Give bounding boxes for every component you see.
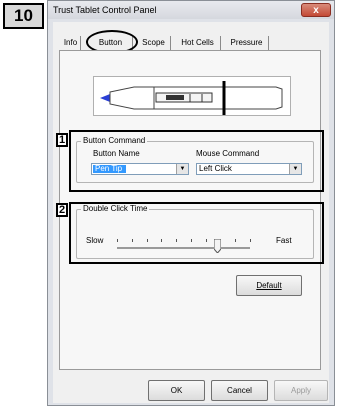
tab-pressure[interactable]: Pressure xyxy=(225,36,269,50)
tab-hot-cells[interactable]: Hot Cells xyxy=(175,36,221,50)
tab-info[interactable]: Info xyxy=(61,36,81,50)
slider-tick xyxy=(191,239,192,242)
tab-hot-cells-label: Hot Cells xyxy=(181,38,214,47)
pen-icon xyxy=(100,81,283,115)
double-click-slider-track[interactable] xyxy=(117,247,250,249)
tab-pressure-label: Pressure xyxy=(230,38,263,47)
slider-tick xyxy=(206,239,207,242)
close-button[interactable]: x xyxy=(301,3,331,17)
chevron-down-icon[interactable]: ▼ xyxy=(289,164,301,174)
button-command-group: Button Command xyxy=(76,136,314,183)
button-name-value: Pen Tip xyxy=(93,165,127,173)
callout-number-2: 2 xyxy=(56,203,68,217)
slider-tick xyxy=(235,239,236,242)
double-click-title: Double Click Time xyxy=(81,204,150,213)
button-name-select[interactable]: Pen Tip ▼ xyxy=(91,163,189,175)
button-command-title: Button Command xyxy=(81,136,148,145)
slow-label: Slow xyxy=(86,236,104,245)
slider-tick xyxy=(250,239,251,242)
tab-scope[interactable]: Scope xyxy=(137,36,171,50)
mouse-command-value: Left Click xyxy=(199,164,232,173)
double-click-group: Double Click Time xyxy=(76,204,314,259)
cancel-button-label: Cancel xyxy=(227,386,252,395)
callout-number-1: 1 xyxy=(56,133,68,147)
button-name-label: Button Name xyxy=(93,149,140,158)
chevron-down-icon[interactable]: ▼ xyxy=(176,164,188,174)
tab-scope-label: Scope xyxy=(142,38,165,47)
apply-button[interactable]: Apply xyxy=(274,380,328,401)
title-bar[interactable]: Trust Tablet Control Panel x xyxy=(48,1,334,19)
slider-tick xyxy=(176,239,177,242)
double-click-slider-thumb[interactable] xyxy=(214,239,221,253)
cancel-button[interactable]: Cancel xyxy=(211,380,268,401)
fast-label: Fast xyxy=(276,236,292,245)
window-title: Trust Tablet Control Panel xyxy=(53,5,157,15)
mouse-command-select[interactable]: Left Click ▼ xyxy=(196,163,302,175)
ok-button-label: OK xyxy=(170,386,183,395)
slider-tick xyxy=(132,239,133,242)
slider-tick xyxy=(117,239,118,242)
close-icon: x xyxy=(313,4,319,16)
slider-tick xyxy=(147,239,148,242)
default-button-label: Default xyxy=(256,281,282,290)
mouse-command-label: Mouse Command xyxy=(196,149,260,158)
slider-tick xyxy=(161,239,162,242)
pen-illustration xyxy=(93,76,291,116)
apply-button-label: Apply xyxy=(290,386,311,395)
step-number-badge: 10 xyxy=(3,3,44,29)
ok-button[interactable]: OK xyxy=(148,380,205,401)
tab-info-label: Info xyxy=(63,38,78,47)
default-button[interactable]: Default xyxy=(236,275,302,296)
